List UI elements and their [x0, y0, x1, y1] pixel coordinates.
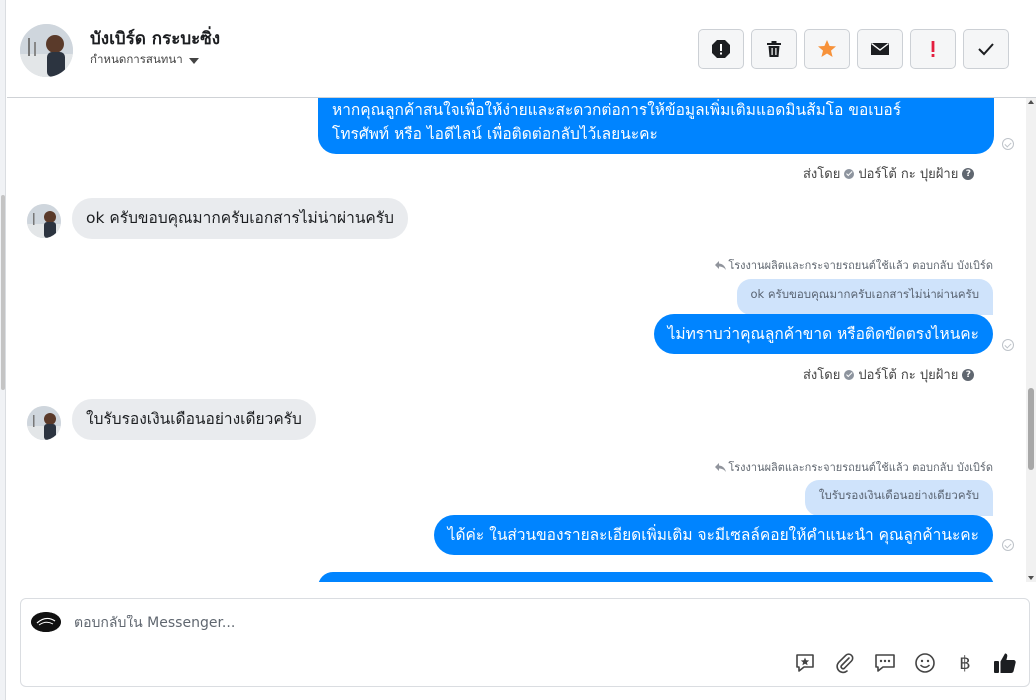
seen-check-icon [1002, 539, 1014, 551]
contact-name[interactable]: บังเบิร์ด กระบะซิ่ง [90, 25, 220, 52]
messenger-inbox: บังเบิร์ด กระบะซิ่ง กำหนดการสนทนา หากคุณ… [0, 0, 1036, 700]
attach-icon [836, 653, 854, 674]
help-icon[interactable]: ? [962, 368, 975, 381]
seen-check-icon [1002, 339, 1014, 351]
scroll-down-arrow-icon[interactable] [1028, 576, 1034, 580]
chevron-down-icon [188, 58, 199, 64]
composer-toolbar: ฿ [793, 651, 1017, 675]
page-logo [31, 612, 61, 632]
seen-check-icon [1002, 138, 1014, 150]
sent-by-label: ส่งโดย [803, 167, 841, 182]
thread-scrollbar-thumb[interactable] [1028, 388, 1034, 470]
sticker-icon [796, 654, 814, 672]
quick-reply-button[interactable] [873, 651, 897, 675]
outgoing-message[interactable]: ได้ค่ะ ในส่วนของรายละเอียดเพิ่มเติม จะมี… [433, 515, 993, 555]
mark-unread-button[interactable] [857, 29, 903, 69]
delete-button[interactable] [751, 29, 797, 69]
outgoing-message-partial[interactable] [318, 572, 994, 582]
help-icon[interactable]: ? [962, 167, 975, 180]
payment-button[interactable]: ฿ [953, 651, 977, 675]
conversation-header: บังเบิร์ด กระบะซิ่ง กำหนดการสนทนา [7, 0, 1036, 98]
message-text-line: โทรศัพท์ หรือ ไอดีไลน์ เพื่อติดต่อกลับไว… [332, 125, 658, 143]
verified-check-icon [844, 168, 855, 179]
reply-context: โรงงานผลิตและกระจายรถยนต์ใช้แล้ว ตอบกลับ… [715, 256, 993, 274]
message-composer: ฿ [20, 598, 1030, 687]
verified-check-icon [844, 369, 855, 380]
conversation-settings-label: กำหนดการสนทนา [90, 52, 183, 66]
check-icon [978, 43, 994, 56]
contact-avatar-small[interactable] [27, 204, 61, 238]
message-text-line: หากคุณลูกค้าสนใจเพื่อให้ง่ายและสะดวกต่อก… [332, 101, 902, 119]
scroll-up-arrow-icon[interactable] [1028, 100, 1034, 104]
outgoing-message[interactable]: ไม่ทราบว่าคุณลูกค้าขาด หรือติดขัดตรงไหนค… [653, 314, 993, 354]
quick-reply-icon [875, 654, 895, 672]
left-scrollbar[interactable] [0, 0, 6, 700]
baht-icon: ฿ [959, 652, 971, 674]
exclamation-icon [931, 41, 935, 57]
reply-input[interactable] [74, 615, 774, 631]
outgoing-message[interactable]: หากคุณลูกค้าสนใจเพื่อให้ง่ายและสะดวกต่อก… [318, 98, 994, 154]
reply-context: โรงงานผลิตและกระจายรถยนต์ใช้แล้ว ตอบกลับ… [715, 458, 993, 476]
report-icon [712, 40, 730, 58]
mark-done-button[interactable] [963, 29, 1009, 69]
header-actions [698, 29, 1009, 69]
sent-by-label: ส่งโดย [803, 368, 841, 383]
quoted-message[interactable]: ใบรับรองเงินเดือนอย่างเดียวครับ [804, 480, 993, 516]
contact-avatar[interactable] [20, 24, 73, 77]
report-button[interactable] [698, 29, 744, 69]
sticker-button[interactable] [793, 651, 817, 675]
incoming-message[interactable]: ok ครับขอบคุณมากครับเอกสารไม่น่าผ่านครับ [72, 198, 408, 239]
spam-button[interactable] [910, 29, 956, 69]
quoted-message[interactable]: ok ครับขอบคุณมากครับเอกสารไม่น่าผ่านครับ [736, 279, 993, 315]
conversation-settings-dropdown[interactable]: กำหนดการสนทนา [90, 51, 199, 69]
star-button[interactable] [804, 29, 850, 69]
reply-context-text: โรงงานผลิตและกระจายรถยนต์ใช้แล้ว ตอบกลับ… [728, 259, 993, 272]
reply-context-text: โรงงานผลิตและกระจายรถยนต์ใช้แล้ว ตอบกลับ… [728, 461, 993, 474]
like-button[interactable] [993, 651, 1017, 675]
emoji-button[interactable] [913, 651, 937, 675]
star-icon [818, 40, 836, 57]
emoji-icon [915, 653, 935, 673]
sent-by-info: ส่งโดย ปอร์โต้ กะ ปุยฝ้าย ? [803, 163, 975, 184]
contact-avatar-small[interactable] [27, 406, 61, 440]
attach-button[interactable] [833, 651, 857, 675]
thread-scrollbar[interactable] [1026, 98, 1036, 582]
left-scrollbar-thumb[interactable] [1, 195, 5, 390]
message-thread[interactable]: หากคุณลูกค้าสนใจเพื่อให้ง่ายและสะดวกต่อก… [7, 98, 1026, 582]
sender-name: ปอร์โต้ กะ ปุยฝ้าย [858, 368, 959, 383]
thumbs-up-icon [994, 653, 1016, 673]
sender-name: ปอร์โต้ กะ ปุยฝ้าย [858, 167, 959, 182]
sent-by-info: ส่งโดย ปอร์โต้ กะ ปุยฝ้าย ? [803, 364, 975, 385]
incoming-message[interactable]: ใบรับรองเงินเดือนอย่างเดียวครับ [72, 399, 316, 440]
envelope-icon [871, 42, 889, 55]
reply-arrow-icon [715, 260, 727, 270]
reply-arrow-icon [715, 462, 727, 472]
trash-icon [767, 41, 781, 57]
